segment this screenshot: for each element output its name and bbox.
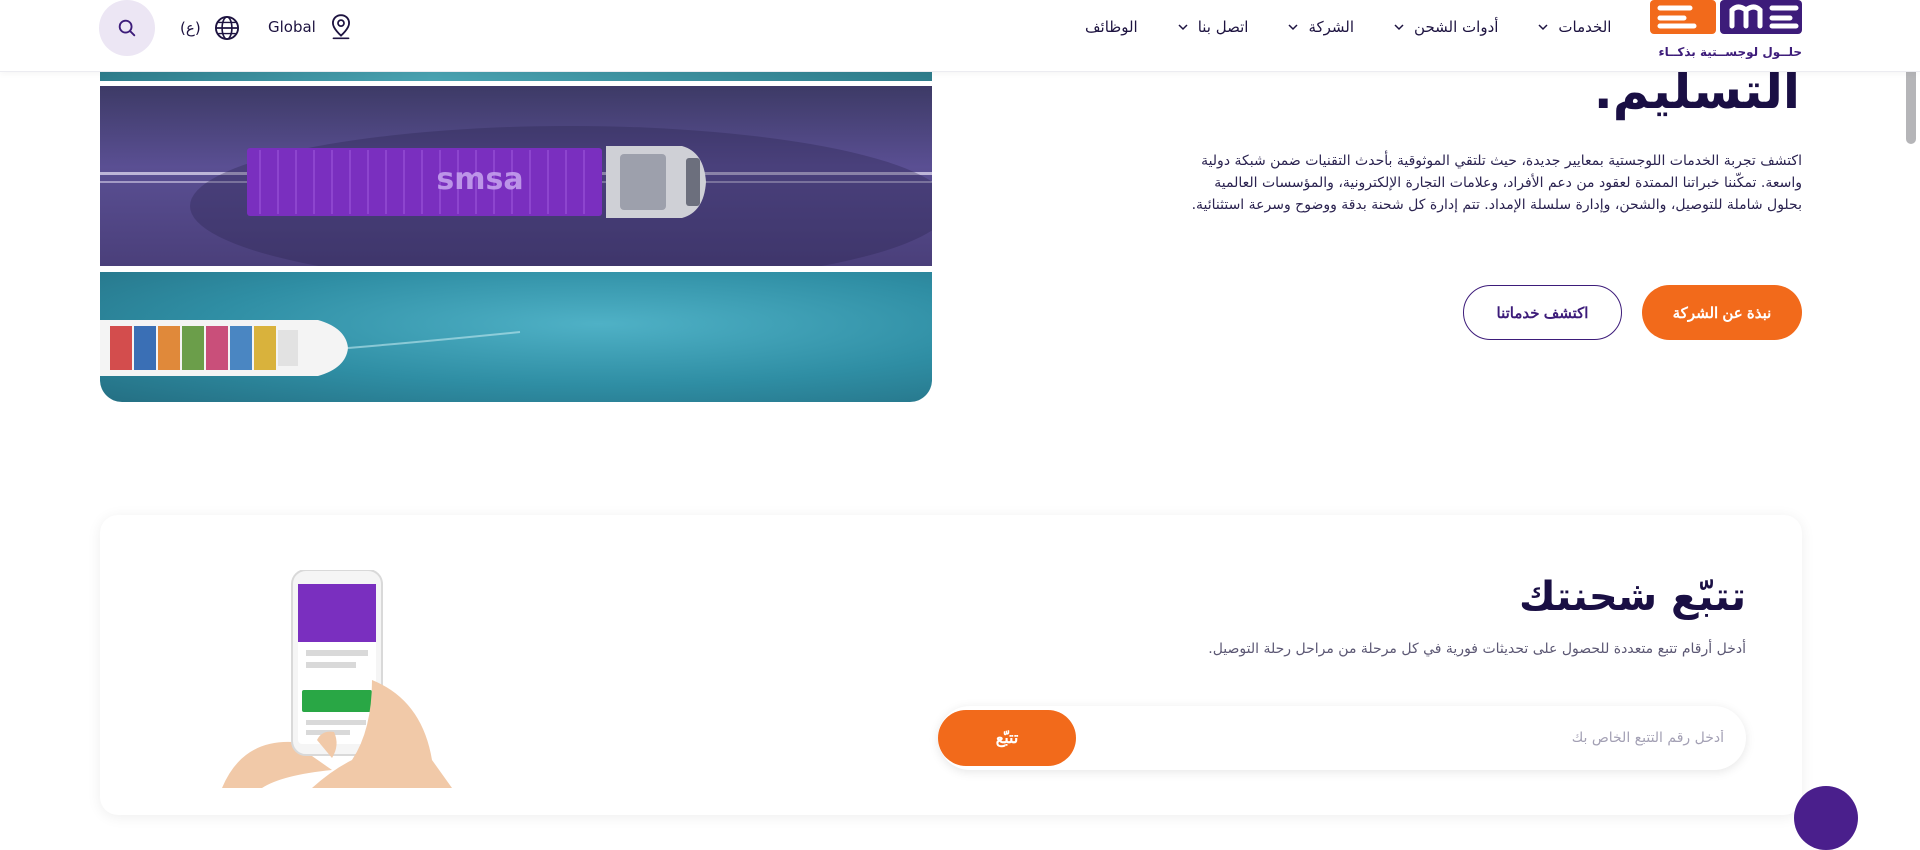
cargo-ship-image bbox=[100, 272, 932, 402]
hero-image: smsa bbox=[100, 72, 932, 402]
phone-tracking-illustration bbox=[222, 570, 452, 788]
chevron-down-icon bbox=[1394, 24, 1404, 31]
chevron-down-icon bbox=[1538, 24, 1548, 31]
track-button[interactable]: تتبّع bbox=[938, 710, 1076, 766]
nav-label: الوظائف bbox=[1085, 18, 1138, 36]
region-label: Global bbox=[268, 18, 316, 36]
nav-item-contact[interactable]: اتصل بنا bbox=[1176, 18, 1249, 36]
tracking-form: تتبّع bbox=[938, 706, 1746, 770]
language-switcher[interactable]: (ع) bbox=[180, 14, 241, 42]
location-pin-icon bbox=[331, 14, 350, 40]
chevron-down-icon bbox=[1178, 24, 1188, 31]
language-label: (ع) bbox=[180, 19, 201, 37]
hero-description: اكتشف تجربة الخدمات اللوجستية بمعايير جد… bbox=[1191, 153, 1802, 213]
sea-strip-image bbox=[100, 72, 932, 81]
nav-label: أدوات الشحن bbox=[1414, 18, 1499, 36]
tracking-subtitle: أدخل أرقام تتبع متعددة للحصول على تحديثا… bbox=[1208, 641, 1746, 657]
search-button[interactable] bbox=[99, 0, 155, 56]
globe-icon bbox=[214, 15, 239, 41]
site-header: (ع) Global الخدمات أدوات الشحن الشركة ات… bbox=[0, 0, 1920, 72]
nav-item-company[interactable]: الشركة bbox=[1286, 18, 1354, 36]
search-icon bbox=[118, 19, 136, 37]
main-nav: الخدمات أدوات الشحن الشركة اتصل بنا الوظ… bbox=[1085, 14, 1611, 40]
container-brand-text: smsa bbox=[436, 162, 523, 197]
tracking-number-input[interactable] bbox=[1078, 706, 1730, 770]
nav-item-services[interactable]: الخدمات bbox=[1536, 18, 1611, 36]
nav-label: الخدمات bbox=[1558, 18, 1612, 36]
logo-tagline: حلــول لوجســتية بذكــاء bbox=[1658, 45, 1802, 59]
chevron-down-icon bbox=[1288, 24, 1298, 31]
nav-item-careers[interactable]: الوظائف bbox=[1085, 18, 1138, 36]
nav-label: الشركة bbox=[1308, 18, 1355, 36]
nav-label: اتصل بنا bbox=[1197, 18, 1249, 36]
chat-widget-button[interactable] bbox=[1794, 786, 1858, 850]
explore-services-button[interactable]: اكتشف خدماتنا bbox=[1463, 285, 1622, 340]
region-selector[interactable]: Global bbox=[268, 12, 354, 42]
truck-road-image: smsa bbox=[100, 86, 932, 286]
about-company-button[interactable]: نبذة عن الشركة bbox=[1642, 285, 1802, 340]
truck-illustration: smsa bbox=[100, 126, 932, 286]
ship-illustration bbox=[100, 320, 521, 376]
tracking-title: تتبّع شحنتك bbox=[1519, 574, 1746, 620]
nav-item-shipping-tools[interactable]: أدوات الشحن bbox=[1392, 18, 1498, 36]
